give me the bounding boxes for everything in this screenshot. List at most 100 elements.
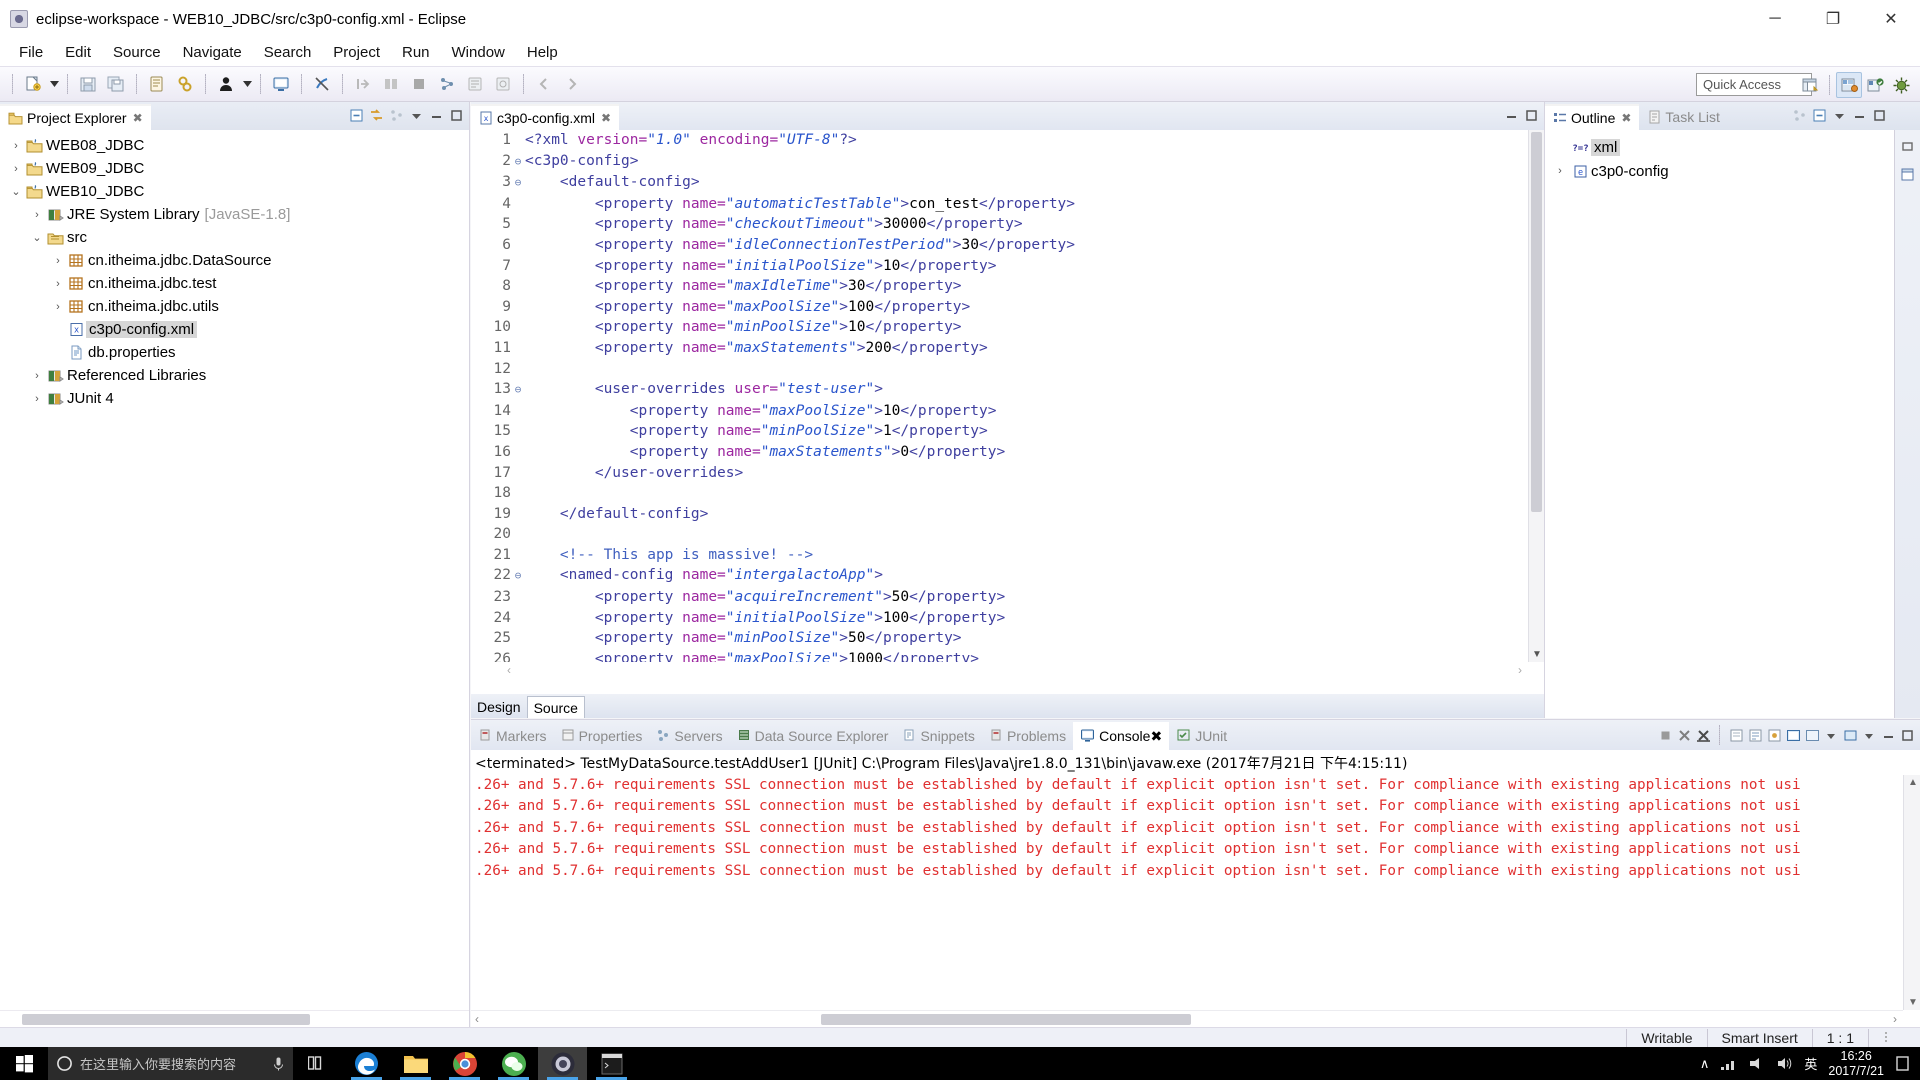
save-all-icon[interactable] xyxy=(103,71,129,97)
scroll-right-icon[interactable]: › xyxy=(1518,663,1522,677)
debug-person-icon[interactable] xyxy=(213,71,239,97)
maximize-view-icon[interactable] xyxy=(447,106,465,124)
fold-toggle-icon[interactable]: ⊖ xyxy=(511,566,525,587)
expand-arrow-icon[interactable]: › xyxy=(8,140,24,152)
collapse-all-icon[interactable] xyxy=(1810,106,1828,124)
tree-item-web10-jdbc[interactable]: ⌄ WEB10_JDBC xyxy=(0,180,469,203)
close-button[interactable]: ✕ xyxy=(1862,0,1920,38)
tab-problems[interactable]: Problems xyxy=(982,722,1073,750)
tab-design[interactable]: Design xyxy=(471,696,527,718)
console-horizontal-scrollbar[interactable]: ‹ › xyxy=(471,1010,1903,1027)
step-into-icon[interactable] xyxy=(350,71,376,97)
tab-markers[interactable]: Markers xyxy=(471,722,554,750)
sort-icon[interactable] xyxy=(1790,106,1808,124)
console-dropdown-icon[interactable] xyxy=(1822,726,1840,744)
tree-item-cn-itheima-jdbc-test[interactable]: › cn.itheima.jdbc.test xyxy=(0,272,469,295)
tray-expand-icon[interactable]: ∧ xyxy=(1700,1056,1710,1072)
taskbar-wechat-icon[interactable] xyxy=(489,1047,538,1080)
tab-junit[interactable]: JUnit xyxy=(1169,722,1234,750)
menu-help[interactable]: Help xyxy=(516,41,569,64)
expand-arrow-icon[interactable]: › xyxy=(8,163,24,175)
open-console-icon[interactable] xyxy=(268,71,294,97)
clear-console-icon[interactable] xyxy=(1727,726,1745,744)
scroll-left-icon[interactable]: ‹ xyxy=(475,1012,479,1026)
menu-window[interactable]: Window xyxy=(441,41,516,64)
expand-arrow-icon[interactable]: › xyxy=(29,393,45,405)
terminate-icon[interactable] xyxy=(1656,726,1674,744)
outline-item-xml[interactable]: ?=? xml xyxy=(1545,135,1920,159)
remove-all-terminated-icon[interactable] xyxy=(1694,726,1712,744)
quick-access-input[interactable]: Quick Access xyxy=(1696,73,1812,96)
view-menu-icon[interactable] xyxy=(407,106,425,124)
scroll-left-icon[interactable]: ‹ xyxy=(507,663,511,677)
fold-toggle-icon[interactable]: ⊖ xyxy=(511,173,525,194)
tab-properties[interactable]: Properties xyxy=(554,722,650,750)
minimize-view-icon[interactable] xyxy=(1850,106,1868,124)
expand-arrow-icon[interactable]: › xyxy=(29,209,45,221)
view-menu-icon[interactable] xyxy=(1830,106,1848,124)
terminate-icon[interactable] xyxy=(406,71,432,97)
editor-vertical-scrollbar[interactable]: ▼ xyxy=(1528,130,1544,662)
tree-item-junit-4[interactable]: › JUnit 4 xyxy=(0,387,469,410)
maximize-view-icon[interactable] xyxy=(1870,106,1888,124)
open-console-icon[interactable] xyxy=(1841,726,1859,744)
taskbar-terminal-icon[interactable] xyxy=(587,1047,636,1080)
new-dropdown-icon[interactable] xyxy=(47,72,61,96)
collapse-arrow-icon[interactable]: ⌄ xyxy=(8,185,24,198)
tray-ime-language[interactable]: 英 xyxy=(1804,1054,1817,1073)
back-nav-icon[interactable] xyxy=(531,71,557,97)
taskbar-edge-icon[interactable] xyxy=(342,1047,391,1080)
collapse-all-icon[interactable] xyxy=(347,106,365,124)
tree-item-cn-itheima-jdbc-utils[interactable]: › cn.itheima.jdbc.utils xyxy=(0,295,469,318)
open-perspective-icon[interactable] xyxy=(1797,72,1823,98)
show-console-icon[interactable] xyxy=(1784,726,1802,744)
minimize-view-icon[interactable] xyxy=(427,106,445,124)
scroll-lock-icon[interactable] xyxy=(1746,726,1764,744)
new-icon[interactable] xyxy=(20,71,46,97)
status-resize-handle[interactable] xyxy=(1868,1028,1920,1047)
start-button[interactable] xyxy=(0,1047,48,1080)
close-icon[interactable]: ✖ xyxy=(133,111,143,125)
minimize-button[interactable]: ─ xyxy=(1746,0,1804,38)
tab-project-explorer[interactable]: Project Explorer ✖ xyxy=(0,104,151,130)
tab-c3p0-config-xml[interactable]: x c3p0-config.xml ✖ xyxy=(471,104,620,130)
fold-toggle-icon[interactable]: ⊖ xyxy=(511,380,525,401)
tree-item-src[interactable]: ⌄ src xyxy=(0,226,469,249)
expand-arrow-icon[interactable]: › xyxy=(50,278,66,290)
tab-source[interactable]: Source xyxy=(526,696,585,718)
fold-toggle-icon[interactable]: ⊖ xyxy=(511,152,525,173)
skip-breakpoints-icon[interactable] xyxy=(309,71,335,97)
tab-snippets[interactable]: Snippets xyxy=(895,722,981,750)
tree-item-referenced-libraries[interactable]: › Referenced Libraries xyxy=(0,364,469,387)
console-output[interactable]: .26+ and 5.7.6+ requirements SSL connect… xyxy=(471,775,1903,1010)
open-type-icon[interactable] xyxy=(462,71,488,97)
view-menu-extra-icon[interactable] xyxy=(387,106,405,124)
tab-console[interactable]: Console ✖ xyxy=(1073,722,1170,750)
link-icon[interactable] xyxy=(172,71,198,97)
search-references-icon[interactable] xyxy=(434,71,460,97)
menu-run[interactable]: Run xyxy=(391,41,441,64)
forward-nav-icon[interactable] xyxy=(559,71,585,97)
link-with-editor-icon[interactable] xyxy=(367,106,385,124)
console-dropdown2-icon[interactable] xyxy=(1860,726,1878,744)
display-selected-console-icon[interactable] xyxy=(1803,726,1821,744)
minimize-view-icon[interactable] xyxy=(1879,726,1897,744)
maximize-button[interactable]: ❐ xyxy=(1804,0,1862,38)
taskbar-chrome-icon[interactable] xyxy=(440,1047,489,1080)
expand-arrow-icon[interactable]: › xyxy=(29,370,45,382)
explorer-horizontal-scrollbar[interactable] xyxy=(0,1010,469,1027)
menu-search[interactable]: Search xyxy=(253,41,323,64)
maximize-view-icon[interactable] xyxy=(1898,726,1916,744)
expand-arrow-icon[interactable]: › xyxy=(1551,165,1569,177)
source-code[interactable]: 1 <?xml version="1.0" encoding="UTF-8"?> … xyxy=(471,130,1528,662)
open-resource-icon[interactable] xyxy=(490,71,516,97)
pin-console-icon[interactable] xyxy=(1765,726,1783,744)
collapse-arrow-icon[interactable]: ⌄ xyxy=(29,231,45,244)
java-ee-perspective-icon[interactable] xyxy=(1836,72,1862,98)
remove-launch-icon[interactable] xyxy=(1675,726,1693,744)
tab-servers[interactable]: Servers xyxy=(649,722,729,750)
scrollbar-thumb[interactable] xyxy=(1531,132,1542,512)
tree-item-c3p0-config-xml[interactable]: x c3p0-config.xml xyxy=(0,318,469,341)
debug-perspective-icon[interactable] xyxy=(1888,72,1914,98)
tree-item-jre-system-library[interactable]: › JRE System Library [JavaSE-1.8] xyxy=(0,203,469,226)
